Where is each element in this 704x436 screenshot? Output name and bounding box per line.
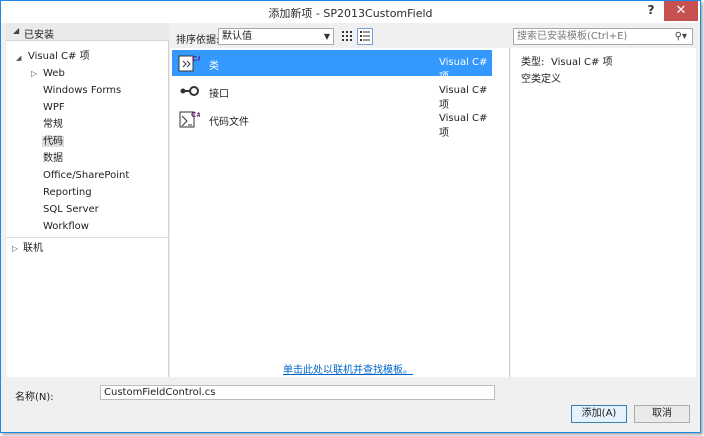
- tree-item-windows-forms[interactable]: Windows Forms: [43, 83, 121, 99]
- online-templates-link[interactable]: 单击此处以联机并查找模板。: [283, 361, 413, 376]
- tree-item-general[interactable]: 常规: [43, 117, 63, 133]
- sort-label: 排序依据:: [176, 35, 220, 46]
- tree-item-web[interactable]: ▷ Web: [6, 66, 166, 82]
- search-placeholder: 搜索已安装模板(Ctrl+E): [517, 31, 628, 42]
- type-label: 类型:: [521, 57, 545, 68]
- tree-divider: [6, 237, 169, 238]
- tree-item-label: Web: [43, 68, 65, 79]
- name-input[interactable]: CustomFieldControl.cs: [100, 385, 495, 400]
- code-file-icon: C#: [178, 109, 202, 129]
- tree-item-label: WPF: [43, 102, 65, 113]
- svg-text:C#: C#: [191, 111, 200, 119]
- close-button[interactable]: ✕: [664, 1, 698, 21]
- collapse-arrow-icon[interactable]: ◢: [13, 26, 19, 35]
- expand-arrow-icon[interactable]: ▷: [12, 241, 18, 257]
- category-tree: ◢ 已安装 ◢ Visual C# 项 ▷ Web Windows Forms …: [6, 23, 169, 377]
- installed-header[interactable]: ◢ 已安装: [6, 23, 169, 41]
- tree-item-workflow[interactable]: Workflow: [43, 219, 89, 235]
- tree-item-label: Office/SharePoint: [43, 170, 130, 181]
- template-item-code-file[interactable]: C# 代码文件 Visual C# 项: [172, 106, 492, 139]
- template-item-class[interactable]: C# 类 Visual C# 项: [172, 50, 492, 83]
- name-label: 名称(N):: [15, 392, 54, 403]
- search-input[interactable]: 搜索已安装模板(Ctrl+E) ⚲▾: [513, 28, 693, 45]
- installed-label: 已安装: [24, 30, 54, 41]
- interface-icon: [178, 81, 200, 101]
- template-lang: Visual C# 项: [439, 113, 488, 139]
- svg-text:C#: C#: [192, 55, 200, 63]
- title-bar: 添加新项 - SP2013CustomField ? ✕: [1, 1, 700, 23]
- expand-arrow-icon[interactable]: ▷: [31, 66, 37, 82]
- sort-dropdown[interactable]: 默认值 ▼: [218, 28, 334, 45]
- tree-item-label: Reporting: [43, 187, 92, 198]
- tree-item-code[interactable]: 代码: [42, 134, 64, 150]
- add-button[interactable]: 添加(A): [571, 405, 627, 423]
- tree-item-reporting[interactable]: Reporting: [43, 185, 92, 201]
- collapse-arrow-icon[interactable]: ◢: [16, 50, 21, 66]
- class-icon: C#: [178, 53, 203, 73]
- template-description: 空类定义: [521, 74, 561, 85]
- tree-item-label: Workflow: [43, 221, 89, 232]
- type-value: Visual C# 项: [551, 57, 613, 68]
- add-new-item-dialog: 添加新项 - SP2013CustomField ? ✕ ◢ 已安装 ◢ Vis…: [0, 0, 701, 433]
- list-view-icon[interactable]: [357, 28, 373, 45]
- window-title: 添加新项 - SP2013CustomField: [268, 7, 433, 20]
- tree-item-label: 联机: [23, 243, 43, 254]
- tree-item-label: Visual C# 项: [28, 51, 90, 62]
- tree-item-label: 常规: [43, 119, 63, 130]
- cancel-button[interactable]: 取消: [634, 405, 690, 423]
- tree-item-online[interactable]: ▷ 联机: [6, 241, 166, 257]
- template-name: 类: [209, 61, 219, 72]
- chevron-down-icon: ▼: [323, 32, 330, 41]
- tree-item-label: SQL Server: [43, 204, 99, 215]
- tree-item-label: 数据: [43, 153, 63, 164]
- search-icon[interactable]: ⚲▾: [675, 29, 687, 44]
- tree-item-label: Windows Forms: [43, 85, 122, 96]
- tree-item-label: 代码: [42, 136, 64, 147]
- template-name: 接口: [209, 89, 229, 100]
- template-name: 代码文件: [209, 117, 249, 128]
- grid-view-icon[interactable]: [339, 28, 355, 45]
- tree-item-visual-csharp[interactable]: ◢ Visual C# 项: [6, 49, 166, 65]
- tree-item-office-sharepoint[interactable]: Office/SharePoint: [43, 168, 129, 184]
- template-list: C# 类 Visual C# 项 接口 Visual C# 项 C# 代码文件 …: [170, 48, 510, 377]
- template-item-interface[interactable]: 接口 Visual C# 项: [172, 78, 492, 111]
- tree-item-wpf[interactable]: WPF: [43, 100, 65, 116]
- help-button[interactable]: ?: [640, 1, 662, 21]
- tree-item-data[interactable]: 数据: [43, 151, 63, 167]
- name-value: CustomFieldControl.cs: [104, 387, 216, 398]
- details-panel: 类型: Visual C# 项 空类定义: [511, 48, 696, 377]
- sort-value: 默认值: [222, 31, 252, 42]
- tree-item-sql-server[interactable]: SQL Server: [43, 202, 99, 218]
